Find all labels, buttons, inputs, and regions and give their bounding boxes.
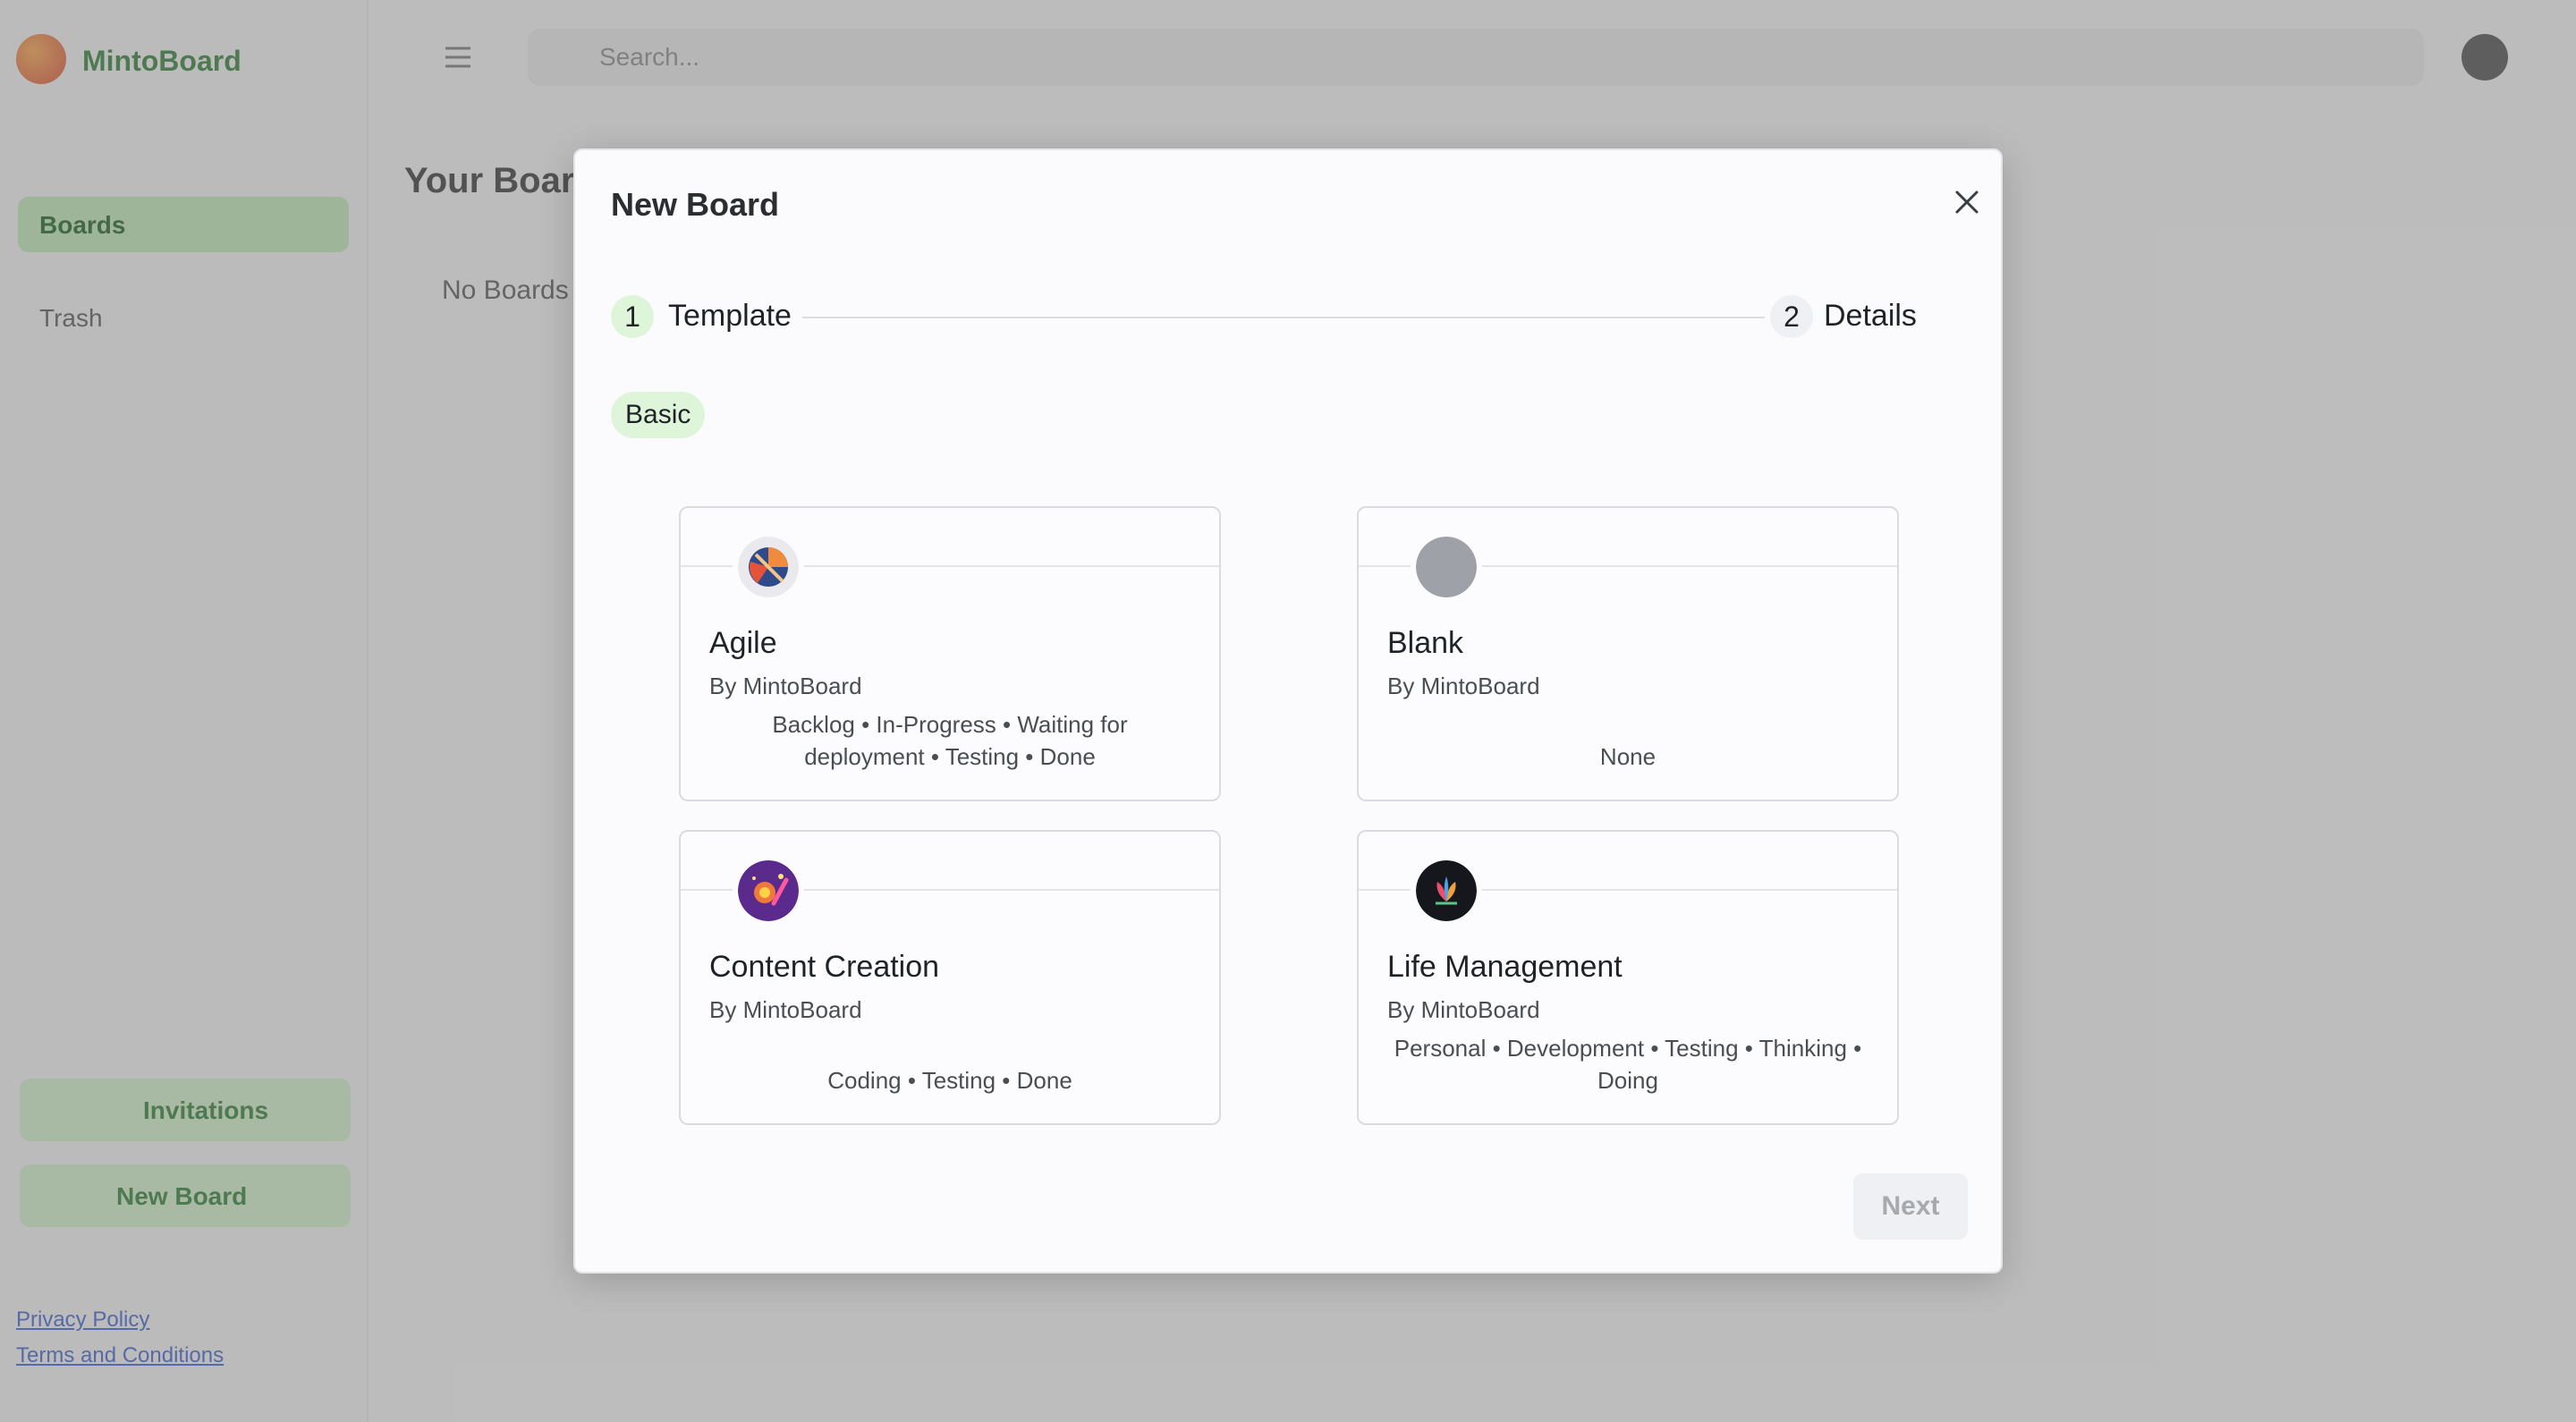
step-2-label: Details (1824, 299, 1917, 333)
content-creation-logo-icon (733, 855, 804, 927)
template-author: By MintoBoard (709, 673, 862, 699)
stepper: 1 Template 2 Details (611, 295, 1967, 342)
template-card-life-management[interactable]: Life Management By MintoBoard Personal •… (1357, 830, 1899, 1125)
template-card-agile[interactable]: Agile By MintoBoard Backlog • In-Progres… (679, 506, 1221, 801)
next-button[interactable]: Next (1853, 1173, 1968, 1240)
close-icon (1955, 190, 1979, 214)
template-name: Life Management (1387, 950, 1623, 984)
agile-logo-icon (733, 531, 804, 603)
category-tag-basic[interactable]: Basic (611, 392, 706, 438)
template-name: Blank (1387, 626, 1464, 660)
template-columns: Backlog • In-Progress • Waiting for depl… (772, 711, 1128, 770)
template-card-content-creation[interactable]: Content Creation By MintoBoard Coding • … (679, 830, 1221, 1125)
step-1-label: Template (668, 299, 792, 333)
blank-circle-icon (1411, 531, 1482, 603)
step-2-number: 2 (1770, 295, 1813, 338)
life-management-logo-icon (1411, 855, 1482, 927)
template-columns: Coding • Testing • Done (827, 1067, 1072, 1094)
step-connector (802, 317, 1765, 318)
template-author: By MintoBoard (1387, 996, 1540, 1023)
template-name: Content Creation (709, 950, 940, 984)
template-author: By MintoBoard (709, 996, 862, 1023)
template-name: Agile (709, 626, 777, 660)
template-columns: Personal • Development • Testing • Think… (1394, 1035, 1862, 1094)
dialog-title: New Board (611, 186, 780, 223)
template-columns: None (1599, 743, 1657, 770)
template-card-blank[interactable]: Blank By MintoBoard None (1357, 506, 1899, 801)
template-author: By MintoBoard (1387, 673, 1540, 699)
close-button[interactable] (1940, 175, 1994, 229)
step-1-number: 1 (611, 295, 654, 338)
new-board-dialog: New Board 1 Template 2 Details Basic Agi… (573, 148, 2003, 1274)
